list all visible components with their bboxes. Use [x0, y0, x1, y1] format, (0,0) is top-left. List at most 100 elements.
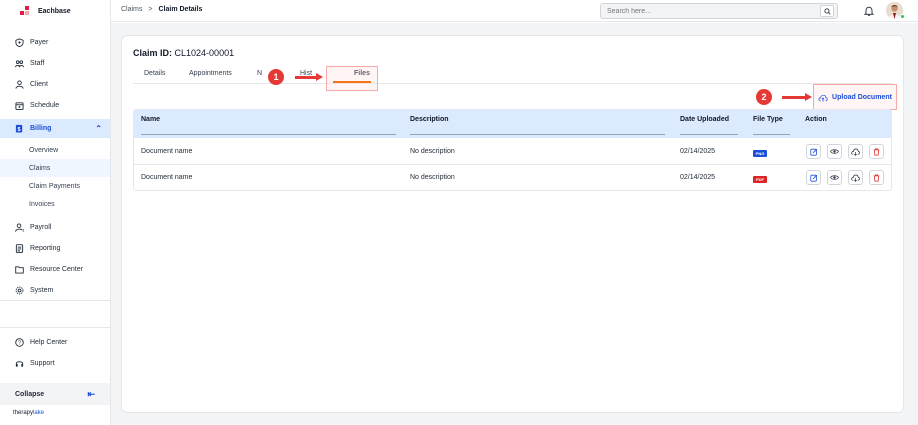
column-resize-line	[753, 134, 790, 135]
folder-icon	[15, 265, 24, 274]
collapse-left-icon: ⇤	[87, 388, 95, 399]
sidebar-subitem-claim-payments[interactable]: Claim Payments	[0, 177, 110, 195]
sidebar-subitem-overview[interactable]: Overview	[0, 141, 110, 159]
sidebar-item-resource-center[interactable]: Resource Center	[0, 259, 110, 280]
shield-icon	[15, 38, 24, 47]
sidebar-item-label: Staff	[30, 60, 45, 67]
sidebar-item-support[interactable]: Support	[0, 353, 110, 374]
table-row[interactable]: Document name No description 02/14/2025 …	[134, 165, 891, 191]
download-button[interactable]	[848, 170, 863, 185]
cloud-upload-icon	[818, 94, 828, 102]
cell-description: No description	[410, 148, 455, 155]
cloud-download-icon	[851, 148, 860, 156]
billing-icon: $	[15, 124, 24, 133]
sidebar-item-label: Billing	[30, 125, 52, 132]
report-icon	[15, 244, 24, 253]
gear-icon	[15, 286, 24, 295]
files-tab-highlight	[326, 66, 378, 91]
breadcrumb-separator: >	[148, 6, 153, 13]
bell-icon[interactable]	[864, 6, 874, 16]
page-title: Claim ID: CL1024-00001	[133, 48, 234, 58]
svg-text:$: $	[18, 127, 21, 133]
search-button[interactable]	[820, 5, 834, 17]
delete-button[interactable]	[869, 144, 884, 159]
column-resize-line	[141, 134, 396, 135]
upload-document-button[interactable]: Upload Document	[814, 85, 896, 110]
search-input[interactable]	[607, 7, 807, 15]
column-resize-line	[680, 134, 738, 135]
files-table: Name Description Date Uploaded File Type…	[133, 109, 892, 191]
callout-arrow-1	[295, 73, 323, 81]
column-header-action: Action	[805, 116, 827, 123]
delete-button[interactable]	[869, 170, 884, 185]
sidebar-item-label: Client	[30, 81, 48, 88]
online-status-dot	[900, 14, 905, 19]
edit-button[interactable]	[806, 144, 821, 159]
cell-name: Document name	[141, 148, 193, 155]
sidebar-item-label: Payer	[30, 39, 49, 46]
search-box	[600, 3, 838, 19]
collapse-label: Collapse	[15, 390, 45, 398]
sidebar-item-help-center[interactable]: ? Help Center	[0, 332, 110, 353]
tab-notes[interactable]: N	[257, 70, 262, 77]
breadcrumb-claims[interactable]: Claims	[121, 6, 142, 13]
view-button[interactable]	[827, 144, 842, 159]
footer-logo-part: therapy	[13, 410, 34, 416]
callout-badge-1: 1	[268, 69, 284, 85]
sidebar-item-client[interactable]: Client	[0, 74, 110, 95]
sidebar-item-label: Support	[30, 360, 55, 367]
view-button[interactable]	[827, 170, 842, 185]
tab-details[interactable]: Details	[144, 70, 165, 77]
column-header-date-uploaded[interactable]: Date Uploaded	[680, 116, 729, 123]
brand[interactable]: Eachbase	[20, 5, 71, 17]
search-icon	[823, 7, 831, 15]
sidebar-item-payer[interactable]: Payer	[0, 32, 110, 53]
sidebar-divider	[0, 300, 110, 301]
payroll-icon: $	[15, 223, 24, 232]
sidebar-item-label: System	[30, 287, 54, 294]
active-tab-indicator	[333, 81, 371, 83]
footer-logo: therapylake	[13, 410, 44, 416]
sidebar-item-staff[interactable]: Staff	[0, 53, 110, 74]
claim-id-value: CL1024-00001	[174, 48, 235, 58]
calendar-icon	[15, 101, 24, 110]
breadcrumb: Claims > Claim Details	[121, 6, 202, 13]
cell-date: 02/14/2025	[680, 174, 716, 181]
callout-arrow-2	[782, 93, 812, 101]
column-header-description[interactable]: Description	[410, 116, 449, 123]
tab-appointments[interactable]: Appointments	[189, 70, 232, 77]
column-header-name[interactable]: Name	[141, 116, 160, 123]
footer-logo-part: lake	[33, 410, 45, 416]
trash-icon	[873, 173, 880, 182]
edit-button[interactable]	[806, 170, 821, 185]
sidebar-item-billing[interactable]: $ Billing ⌃	[0, 119, 110, 138]
svg-text:?: ?	[18, 341, 21, 347]
sidebar-item-label: Payroll	[30, 224, 52, 231]
sidebar-item-label: Reporting	[30, 245, 61, 252]
collapse-sidebar-button[interactable]: Collapse ⇤	[0, 383, 110, 405]
help-icon: ?	[15, 338, 24, 347]
cell-date: 02/14/2025	[680, 148, 716, 155]
sidebar-subitem-invoices[interactable]: Invoices	[0, 195, 110, 213]
sidebar-divider	[0, 327, 110, 328]
sidebar-item-schedule[interactable]: Schedule	[0, 95, 110, 116]
cloud-download-icon	[851, 174, 860, 182]
chevron-up-icon[interactable]: ⌃	[95, 124, 102, 133]
sidebar-item-payroll[interactable]: $ Payroll	[0, 217, 110, 238]
user-icon	[15, 80, 24, 89]
cell-description: No description	[410, 174, 455, 181]
edit-icon	[809, 174, 817, 182]
sidebar: Eachbase Payer Staff Client Schedule $ B…	[0, 0, 111, 425]
column-header-file-type[interactable]: File Type	[753, 116, 783, 123]
table-row[interactable]: Document name No description 02/14/2025 …	[134, 139, 891, 165]
tab-bar: Details Appointments N Hist Files	[133, 66, 893, 84]
breadcrumb-current: Claim Details	[158, 6, 203, 13]
sidebar-item-system[interactable]: System	[0, 280, 110, 301]
sidebar-subitem-claims[interactable]: Claims	[0, 159, 110, 177]
brand-name: Eachbase	[38, 7, 71, 15]
topbar: Claims > Claim Details	[111, 0, 918, 22]
download-button[interactable]	[848, 144, 863, 159]
sidebar-item-reporting[interactable]: Reporting	[0, 238, 110, 259]
sidebar-nav: Payer Staff Client Schedule $ Billing ⌃ …	[0, 32, 110, 301]
edit-icon	[809, 148, 817, 156]
